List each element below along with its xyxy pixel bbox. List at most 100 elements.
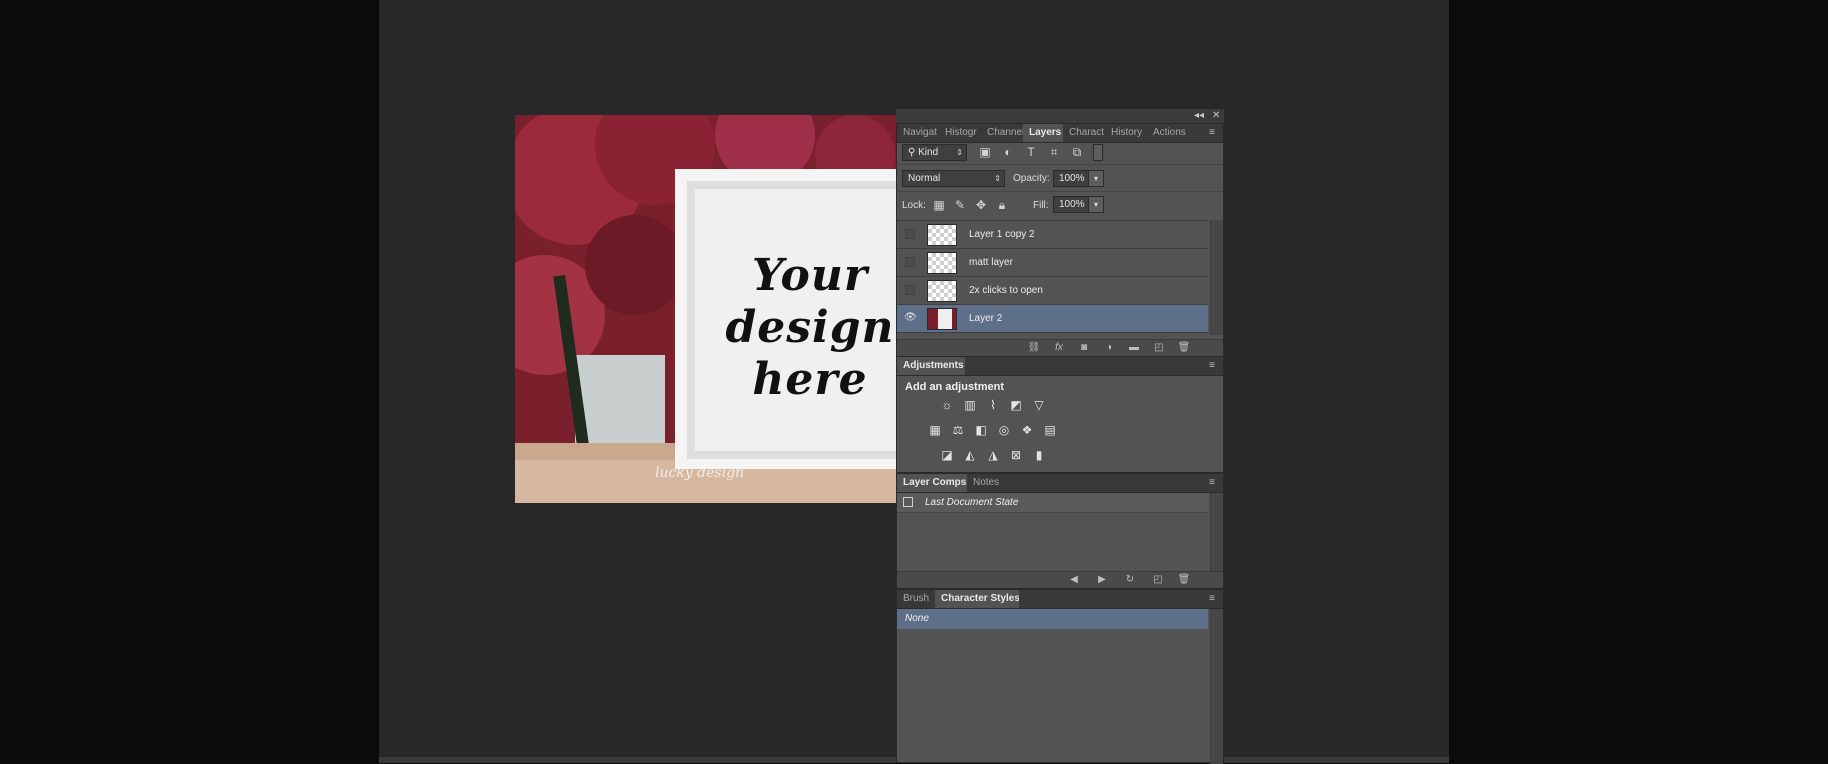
opacity-input[interactable]: 100% (1053, 170, 1089, 187)
document-canvas[interactable]: Your design here lucky design (515, 115, 896, 503)
watermark: lucky design (655, 465, 745, 481)
tab-channels[interactable]: Channel (981, 124, 1023, 142)
tab-adjustments[interactable]: Adjustments (897, 357, 965, 375)
layers-footer: ⛓ fx ◙ ◑ ▬ ◰ 🗑︎ (897, 339, 1223, 356)
adjustments-tabbar: Adjustments ≡ (897, 357, 1223, 376)
character-style-row[interactable]: None (897, 609, 1208, 629)
trash-icon[interactable]: 🗑︎ (1177, 573, 1191, 587)
panel-menu-icon[interactable]: ≡ (1205, 592, 1219, 606)
exposure-icon[interactable]: ◩ (1008, 397, 1024, 413)
curves-icon[interactable]: ⌇ (985, 397, 1001, 413)
previous-comp-icon[interactable]: ◀ (1067, 573, 1081, 587)
opacity-dropdown-button[interactable]: ▾ (1088, 170, 1104, 187)
tab-brush[interactable]: Brush (897, 590, 935, 608)
layer-row[interactable]: matt layer (897, 249, 1208, 277)
layer-row[interactable]: 2x clicks to open (897, 277, 1208, 305)
eye-icon[interactable]: 👁︎ (904, 312, 917, 324)
panel-dock-strip: ◂◂ ✕ (896, 109, 1224, 123)
lock-transparent-icon[interactable]: ▦ (932, 198, 946, 212)
layer-row-selected[interactable]: 👁︎ Layer 2 (897, 305, 1208, 333)
filter-pixel-icon[interactable]: ▣ (978, 145, 992, 159)
channel-mixer-icon[interactable]: ❖ (1019, 422, 1035, 438)
black-white-icon[interactable]: ◧ (973, 422, 989, 438)
tab-character[interactable]: Charact (1063, 124, 1105, 142)
filter-smart-object-icon[interactable]: ⧉ (1070, 145, 1084, 159)
layer-name: 2x clicks to open (969, 285, 1043, 296)
layers-scrollbar[interactable] (1210, 220, 1223, 335)
vibrance-icon[interactable]: ▽ (1031, 397, 1047, 413)
lock-image-icon[interactable]: ✎ (953, 198, 967, 212)
next-comp-icon[interactable]: ▶ (1095, 573, 1109, 587)
invert-icon[interactable]: ◪ (939, 447, 955, 463)
opacity-label: Opacity: (1013, 173, 1050, 184)
search-icon: ⚲ (908, 147, 919, 158)
color-balance-icon[interactable]: ⚖ (950, 422, 966, 438)
design-text-line-2: design (725, 302, 895, 353)
layer-row[interactable]: Layer 1 copy 2 (897, 221, 1208, 249)
filter-kind-value: Kind (918, 147, 939, 158)
layer-thumbnail (927, 280, 957, 302)
lock-all-icon[interactable]: 🔒︎ (995, 198, 1009, 212)
blend-mode-select[interactable]: Normal ⇕ (902, 170, 1005, 187)
blend-mode-value: Normal (908, 173, 941, 184)
lock-label: Lock: (902, 200, 926, 211)
brightness-contrast-icon[interactable]: ☼ (939, 397, 955, 413)
new-comp-icon[interactable]: ◰ (1151, 573, 1165, 587)
chevron-updown-icon: ⇕ (994, 174, 1001, 183)
adjustment-layer-icon[interactable]: ◑ (1102, 341, 1116, 355)
adjustments-panel: Adjustments ≡ Add an adjustment ☼ ▥ ⌇ ◩ … (896, 356, 1224, 473)
panel-menu-icon[interactable]: ≡ (1205, 126, 1219, 140)
update-comp-icon[interactable]: ↻ (1123, 573, 1137, 587)
layers-panel-tabbar: Navigat Histogr Channel Layers Charact H… (897, 124, 1223, 143)
link-icon[interactable]: ⛓ (1027, 341, 1041, 355)
layer-comps-panel: Layer Comps Notes ≡ Last Document State … (896, 473, 1224, 589)
layer-name: matt layer (969, 257, 1013, 268)
panel-menu-icon[interactable]: ≡ (1205, 476, 1219, 490)
visibility-toggle[interactable] (905, 285, 915, 295)
fx-icon[interactable]: fx (1052, 341, 1066, 355)
tab-layer-comps[interactable]: Layer Comps (897, 474, 967, 492)
filter-adjustment-icon[interactable]: ◐ (1001, 145, 1015, 159)
gradient-map-icon[interactable]: ▮ (1031, 447, 1047, 463)
visibility-toggle[interactable] (905, 257, 915, 267)
filter-toggle[interactable] (1093, 144, 1103, 161)
tab-actions[interactable]: Actions (1147, 124, 1193, 142)
tab-notes[interactable]: Notes (967, 474, 1007, 492)
fill-input[interactable]: 100% (1053, 196, 1089, 213)
hue-saturation-icon[interactable]: ▦ (927, 422, 943, 438)
lock-position-icon[interactable]: ✥ (974, 198, 988, 212)
close-panels-icon[interactable]: ✕ (1212, 109, 1220, 123)
tab-layers[interactable]: Layers (1023, 124, 1063, 142)
filter-type-icon[interactable]: T (1024, 145, 1038, 159)
selective-color-icon[interactable]: ⊠ (1008, 447, 1024, 463)
fill-label: Fill: (1033, 200, 1049, 211)
tab-navigator[interactable]: Navigat (897, 124, 939, 142)
mask-icon[interactable]: ◙ (1077, 341, 1091, 355)
collapse-panels-icon[interactable]: ◂◂ (1194, 109, 1204, 123)
photo-filter-icon[interactable]: ◎ (996, 422, 1012, 438)
tab-histogram[interactable]: Histogr (939, 124, 981, 142)
tab-history[interactable]: History (1105, 124, 1147, 142)
character-styles-scrollbar[interactable] (1210, 609, 1223, 764)
fill-dropdown-button[interactable]: ▾ (1088, 196, 1104, 213)
visibility-toggle[interactable] (905, 229, 915, 239)
character-style-name: None (905, 613, 929, 624)
panel-menu-icon[interactable]: ≡ (1205, 359, 1219, 373)
layers-list: Layer 1 copy 2 matt layer 2x clicks to o… (897, 220, 1208, 336)
comp-applied-icon[interactable] (903, 497, 913, 507)
filter-kind-select[interactable]: ⚲ Kind ⇕ (902, 144, 967, 161)
layer-comps-scrollbar[interactable] (1210, 493, 1223, 571)
tab-character-styles[interactable]: Character Styles (935, 590, 1019, 608)
threshold-icon[interactable]: ◮ (985, 447, 1001, 463)
layer-comp-row[interactable]: Last Document State (897, 493, 1208, 513)
new-layer-icon[interactable]: ◰ (1152, 341, 1166, 355)
add-adjustment-heading: Add an adjustment (905, 381, 1005, 393)
trash-icon[interactable]: 🗑︎ (1177, 341, 1191, 355)
design-placeholder-text: Your design here (725, 250, 895, 406)
group-folder-icon[interactable]: ▬ (1127, 341, 1141, 355)
levels-icon[interactable]: ▥ (962, 397, 978, 413)
posterize-icon[interactable]: ◭ (962, 447, 978, 463)
filter-shape-icon[interactable]: ⌗ (1047, 145, 1061, 159)
chevron-updown-icon: ⇕ (956, 148, 963, 157)
color-lookup-icon[interactable]: ▤ (1042, 422, 1058, 438)
